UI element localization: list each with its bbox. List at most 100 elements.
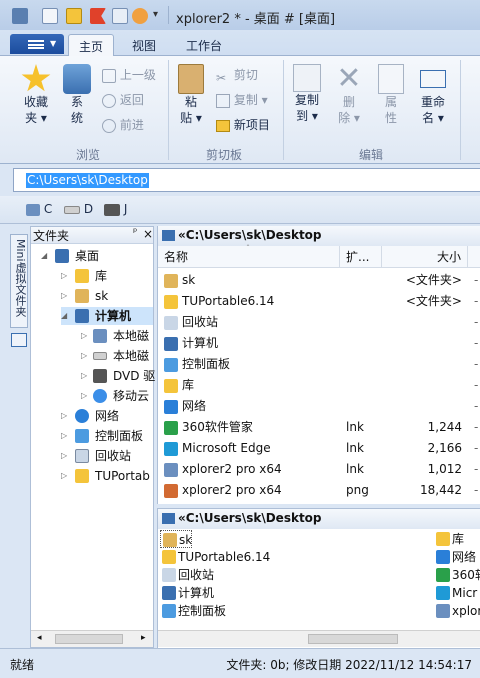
group-separator	[460, 60, 461, 160]
close-icon[interactable]: ×	[143, 227, 153, 241]
file-row[interactable]: xplorer2 pro x64 lnk 1,012-	[158, 459, 480, 480]
address-input[interactable]: C:\Users\sk\Desktop	[13, 168, 480, 192]
file-name: 回收站	[182, 315, 219, 329]
rename-icon	[420, 70, 446, 88]
expanded-icon: ◢	[61, 311, 68, 320]
item-icon	[436, 532, 450, 546]
mini-list-item[interactable]: 回收站	[160, 566, 340, 584]
mini-list-item[interactable]: Micr	[436, 584, 480, 602]
copy-button[interactable]: 复制 ▾	[216, 91, 268, 109]
collapsed-icon: ▷	[61, 291, 68, 300]
tree-item-computer[interactable]: ◢ 计算机	[61, 307, 153, 325]
mini-list-item[interactable]: 计算机	[160, 584, 340, 602]
back-label: 返回	[119, 93, 144, 107]
column-header-name[interactable]: 名称 ˆ	[158, 244, 340, 268]
file-row[interactable]: 360软件管家 lnk 1,244-	[158, 417, 480, 438]
system-button[interactable]: 系 统	[60, 64, 94, 126]
drive-c-button[interactable]: C	[26, 202, 52, 216]
app-icon[interactable]	[12, 8, 28, 24]
file-row[interactable]: Microsoft Edge lnk 2,166-	[158, 438, 480, 459]
tab-home[interactable]: 主页	[68, 34, 115, 57]
folder-icon[interactable]	[66, 8, 82, 24]
scroll-left-icon[interactable]: ◂	[37, 633, 42, 643]
more-column-cell: -	[474, 357, 479, 371]
customize-quick-access-icon[interactable]: ▾	[153, 9, 158, 20]
cut-button[interactable]: ✂ 剪切	[216, 66, 258, 85]
paste-button[interactable]: 粘 贴 ▾	[174, 64, 208, 126]
file-name: Microsoft Edge	[182, 441, 271, 455]
back-button[interactable]: 返回	[102, 91, 144, 109]
chevron-down-icon: ▼	[50, 39, 57, 48]
column-header-size[interactable]: 大小	[382, 246, 468, 268]
pane-toggle-icon[interactable]	[11, 333, 27, 347]
forward-button[interactable]: 前进	[102, 116, 144, 134]
more-column-cell: -	[474, 441, 479, 455]
file-size: <文件夹>	[405, 294, 462, 308]
tab-view[interactable]: 视图	[122, 34, 166, 57]
delete-button[interactable]: ✕ 删 除 ▾	[332, 64, 366, 126]
file-row[interactable]: xplorer2 pro x64 png 18,442-	[158, 480, 480, 501]
mini-list-item[interactable]: sk	[160, 530, 192, 548]
status-bar: 就绪 文件夹: 0b; 修改日期 2022/11/12 14:54:17	[0, 648, 480, 678]
copy-to-button[interactable]: 复制 到 ▾	[290, 64, 324, 124]
mini-list-item[interactable]: 360软	[436, 566, 480, 584]
hand-icon[interactable]	[132, 8, 148, 24]
rename-label-2: 名 ▾	[422, 111, 444, 125]
pane-path-top: «C:\Users\sk\Desktop	[158, 226, 480, 246]
favorites-label-2: 夹 ▾	[25, 111, 47, 125]
edge-icon	[164, 442, 178, 456]
drive-icon	[93, 329, 107, 343]
favorites-button[interactable]: 收藏 夹 ▾	[18, 64, 54, 126]
collapsed-icon: ▷	[81, 391, 88, 400]
page-icon[interactable]	[112, 8, 128, 24]
rename-button[interactable]: 重命 名 ▾	[416, 64, 450, 126]
folder-tree-pane: 文件夹 ᵖ × ◢ 桌面 ▷ 库 ▷ sk ◢ 计算机 ▷ 本地磁 ▷ 本地磁 ▷ DVD 驱…	[30, 226, 155, 648]
column-header-ext[interactable]: 扩...	[340, 246, 382, 268]
up-button[interactable]: 上一级	[102, 66, 156, 84]
drive-j-button[interactable]: J	[104, 202, 127, 216]
mini-list-item[interactable]: 网络	[436, 548, 480, 566]
control-panel-icon	[75, 429, 89, 443]
file-row[interactable]: 计算机 -	[158, 333, 480, 354]
folder-pane-title: 文件夹	[33, 229, 70, 243]
mini-list-item[interactable]: 库	[436, 530, 480, 548]
scrollbar-thumb[interactable]	[308, 634, 398, 644]
mini-virtual-folder-tab[interactable]: Mini虚拟文件夹	[10, 234, 28, 328]
scrollbar-thumb[interactable]	[55, 634, 123, 644]
file-row[interactable]: 控制面板 -	[158, 354, 480, 375]
flag-icon[interactable]	[90, 8, 106, 24]
horizontal-scrollbar[interactable]	[158, 630, 480, 647]
drive-icon	[64, 205, 80, 214]
properties-button[interactable]: 属 性	[374, 64, 408, 126]
pane-path-bottom: «C:\Users\sk\Desktop	[158, 509, 480, 529]
new-window-icon[interactable]	[42, 8, 58, 24]
pin-icon[interactable]: ᵖ	[133, 227, 137, 238]
group-separator	[168, 60, 169, 160]
column-header-more[interactable]	[468, 246, 480, 268]
mini-list-item[interactable]: xplor	[436, 602, 480, 620]
cut-label: 剪切	[233, 68, 258, 82]
horizontal-scrollbar[interactable]: ◂ ▸	[31, 630, 153, 647]
file-size: 1,012	[427, 462, 462, 476]
collapsed-icon: ▷	[81, 371, 88, 380]
new-item-button[interactable]: 新项目	[216, 116, 270, 134]
file-row[interactable]: TUPortable6.14 <文件夹> -	[158, 291, 480, 312]
tab-workbench[interactable]: 工作台	[176, 34, 232, 57]
more-column-cell: -	[474, 294, 479, 308]
clipboard-icon	[178, 64, 204, 94]
scroll-right-icon[interactable]: ▸	[141, 633, 146, 643]
file-row[interactable]: 回收站 -	[158, 312, 480, 333]
file-row[interactable]: sk <文件夹> -	[158, 270, 480, 291]
file-menu-button[interactable]: ▼	[10, 34, 64, 54]
drive-letter: D	[83, 202, 94, 216]
file-list-pane-top: «C:\Users\sk\Desktop 名称 ˆ 扩... 大小 sk <文件夹>…	[157, 226, 480, 504]
file-row[interactable]: 网络 -	[158, 396, 480, 417]
mini-list-item[interactable]: 控制面板	[160, 602, 340, 620]
mini-list-item[interactable]: TUPortable6.14	[160, 548, 340, 566]
file-row[interactable]: 库-	[158, 375, 480, 396]
scissors-icon: ✂	[216, 70, 227, 85]
drive-d-button[interactable]: D	[64, 202, 93, 216]
collapsed-icon: ▷	[81, 351, 88, 360]
file-size: <文件夹>	[405, 273, 462, 287]
file-name: 网络	[182, 399, 207, 413]
